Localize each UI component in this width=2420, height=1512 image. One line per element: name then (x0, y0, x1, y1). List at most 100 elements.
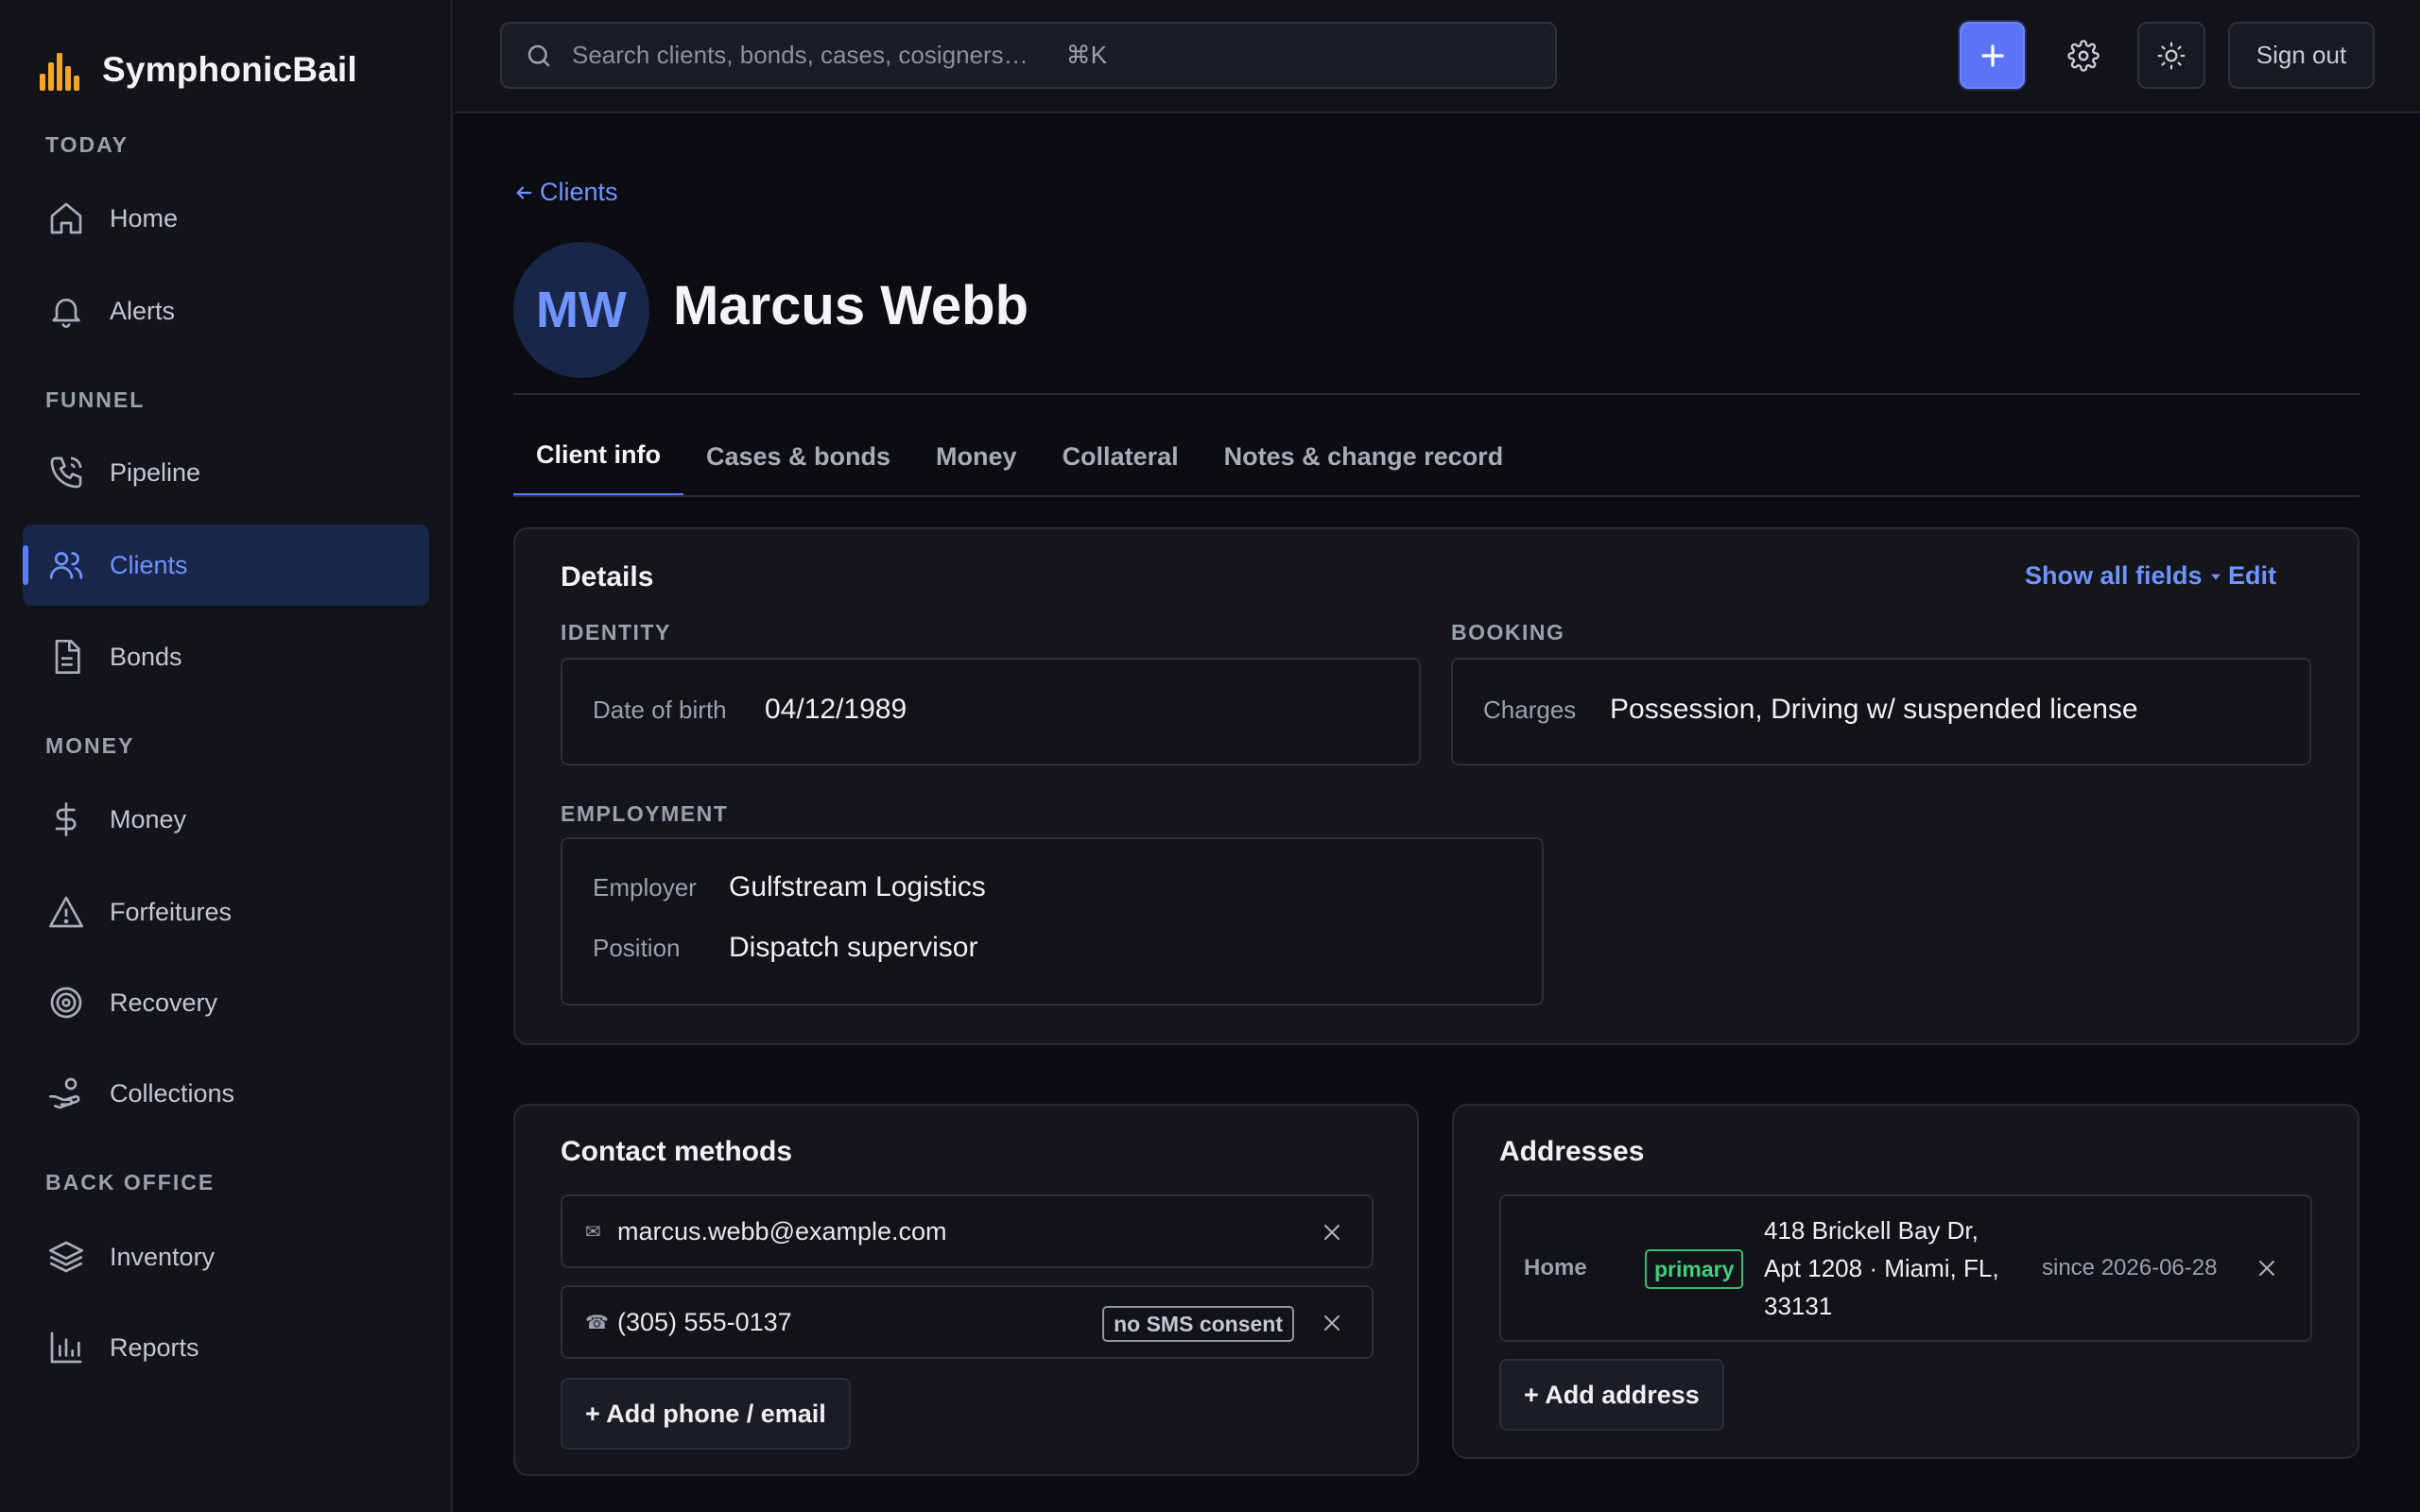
remove-email-button[interactable] (1321, 1221, 1343, 1244)
bell-icon (47, 292, 85, 330)
tab-collateral[interactable]: Collateral (1040, 427, 1201, 497)
main-content: Clients MW Marcus Webb Client info Cases… (455, 115, 2420, 1512)
caret-down-icon (2210, 571, 2221, 582)
employment-group-label: EMPLOYMENT (561, 801, 729, 826)
sidebar-item-forfeitures[interactable]: Forfeitures (23, 871, 429, 953)
addresses-title: Addresses (1499, 1136, 1645, 1167)
tab-client-info[interactable]: Client info (513, 427, 683, 497)
sidebar-item-home[interactable]: Home (23, 178, 429, 259)
add-address-button[interactable]: + Add address (1499, 1359, 1724, 1431)
brand-name: SymphonicBail (102, 50, 357, 89)
position-label: Position (593, 934, 681, 962)
sidebar: SymphonicBail TODAY Home Alerts FUNNEL P… (0, 0, 453, 1512)
address-line-2: Apt 1208 · Miami, FL, (1764, 1254, 1999, 1282)
show-all-fields-label: Show all fields (2025, 561, 2203, 590)
details-title: Details (561, 561, 654, 593)
client-tabs: Client info Cases & bonds Money Collater… (513, 427, 1526, 497)
home-icon (47, 199, 85, 237)
employer-value: Gulfstream Logistics (729, 871, 986, 902)
dollar-icon (47, 800, 85, 838)
sidebar-item-label: Money (110, 804, 187, 833)
create-new-button[interactable] (1960, 22, 2025, 89)
contact-email-row[interactable]: ✉ marcus.webb@example.com (561, 1194, 1374, 1268)
section-title-today: TODAY (45, 132, 129, 157)
target-icon (47, 984, 85, 1022)
sidebar-item-bonds[interactable]: Bonds (23, 616, 429, 697)
search-icon (525, 42, 553, 70)
phone-icon (47, 454, 85, 491)
sidebar-item-label: Clients (110, 550, 188, 579)
section-title-back-office: BACK OFFICE (45, 1170, 216, 1194)
tab-notes-change-record[interactable]: Notes & change record (1201, 427, 1527, 497)
charges-value: Possession, Driving w/ suspended license (1610, 694, 2138, 725)
topbar: Search clients, bonds, cases, cosigners…… (455, 0, 2420, 113)
employer-label: Employer (593, 873, 697, 902)
sidebar-item-label: Collections (110, 1078, 235, 1108)
layers-icon (47, 1238, 85, 1276)
sidebar-item-clients[interactable]: Clients (23, 524, 429, 606)
gear-icon (2066, 39, 2100, 72)
sidebar-item-label: Reports (110, 1332, 199, 1362)
edit-details-button[interactable]: Edit (2228, 561, 2276, 591)
search-input[interactable]: Search clients, bonds, cases, cosigners…… (500, 22, 1557, 89)
back-link-label: Clients (540, 178, 618, 206)
tab-money[interactable]: Money (913, 427, 1040, 497)
dob-label: Date of birth (593, 696, 727, 724)
users-icon (47, 546, 85, 584)
position-value: Dispatch supervisor (729, 932, 978, 963)
remove-phone-button[interactable] (1321, 1312, 1343, 1334)
search-shortcut: ⌘K (1065, 41, 1108, 69)
sidebar-item-money[interactable]: Money (23, 779, 429, 860)
show-all-fields-button[interactable]: Show all fields (2025, 561, 2221, 591)
phone-icon: ☎ (585, 1312, 609, 1333)
address-row[interactable]: Home primary 418 Brickell Bay Dr, Apt 12… (1499, 1194, 2312, 1342)
sign-out-button[interactable]: Sign out (2228, 22, 2375, 89)
address-type: Home (1524, 1255, 1587, 1280)
divider (513, 495, 2360, 497)
contact-methods-card: Contact methods ✉ marcus.webb@example.co… (513, 1104, 1419, 1476)
booking-fields: Charges Possession, Driving w/ suspended… (1451, 658, 2311, 765)
settings-button[interactable] (2050, 22, 2116, 89)
sidebar-item-alerts[interactable]: Alerts (23, 270, 429, 352)
theme-toggle-button[interactable] (2137, 22, 2205, 89)
sidebar-item-reports[interactable]: Reports (23, 1307, 429, 1388)
sidebar-item-pipeline[interactable]: Pipeline (23, 432, 429, 513)
sidebar-item-label: Bonds (110, 642, 182, 671)
no-sms-consent-badge: no SMS consent (1102, 1306, 1294, 1342)
sidebar-item-label: Recovery (110, 988, 218, 1017)
plus-icon (1979, 42, 2007, 70)
remove-address-button[interactable] (2256, 1257, 2278, 1280)
warning-icon (47, 893, 85, 931)
sidebar-item-label: Alerts (110, 296, 176, 325)
identity-fields: Date of birth 04/12/1989 (561, 658, 1421, 765)
identity-group-label: IDENTITY (561, 620, 671, 644)
sidebar-item-label: Forfeitures (110, 897, 233, 926)
sidebar-item-collections[interactable]: Collections (23, 1053, 429, 1134)
dob-value: 04/12/1989 (765, 694, 908, 725)
divider (513, 393, 2360, 395)
details-card: Details Show all fields Edit IDENTITY Da… (513, 527, 2360, 1045)
employment-fields: Employer Gulfstream Logistics Position D… (561, 837, 1544, 1005)
tab-cases-bonds[interactable]: Cases & bonds (683, 427, 913, 497)
bar-chart-icon (47, 1329, 85, 1366)
sidebar-item-inventory[interactable]: Inventory (23, 1216, 429, 1297)
sun-icon (2156, 41, 2187, 71)
booking-group-label: BOOKING (1451, 620, 1565, 644)
sidebar-item-label: Inventory (110, 1242, 216, 1271)
add-phone-email-button[interactable]: + Add phone / email (561, 1378, 851, 1450)
contact-methods-title: Contact methods (561, 1136, 793, 1167)
contact-phone-row[interactable]: ☎ (305) 555-0137 no SMS consent (561, 1285, 1374, 1359)
sidebar-item-label: Pipeline (110, 457, 201, 487)
logo-bars-icon (40, 49, 83, 91)
charges-label: Charges (1483, 696, 1577, 724)
back-to-clients-link[interactable]: Clients (513, 178, 618, 207)
addresses-card: Addresses Home primary 418 Brickell Bay … (1452, 1104, 2360, 1459)
primary-badge: primary (1645, 1249, 1744, 1289)
sidebar-item-recovery[interactable]: Recovery (23, 962, 429, 1043)
arrow-left-icon (513, 182, 534, 203)
brand[interactable]: SymphonicBail (40, 49, 357, 91)
section-title-money: MONEY (45, 733, 135, 758)
contact-email: marcus.webb@example.com (617, 1216, 947, 1246)
address-line-3: 33131 (1764, 1292, 1833, 1320)
contact-phone: (305) 555-0137 (617, 1307, 792, 1336)
